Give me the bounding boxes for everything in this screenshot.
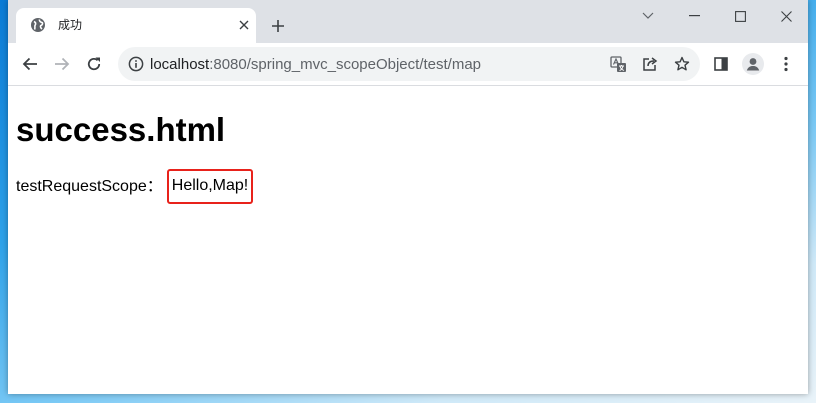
side-panel-icon[interactable] <box>708 51 734 77</box>
tab-strip: 成功 <box>8 0 808 43</box>
browser-window: 成功 localhost:8080/spring_mvc_scopeObject… <box>8 0 808 394</box>
globe-icon <box>30 17 46 33</box>
translate-icon[interactable] <box>608 54 628 74</box>
kebab-menu-icon[interactable] <box>773 51 799 77</box>
request-scope-row: testRequestScope： Hello,Map! <box>16 169 254 205</box>
address-bar[interactable]: localhost:8080/spring_mvc_scopeObject/te… <box>118 47 700 81</box>
plus-icon[interactable] <box>266 14 290 38</box>
tab-search-chevron-icon[interactable] <box>628 4 668 28</box>
url-path: :8080/spring_mvc_scopeObject/test/map <box>209 56 482 73</box>
page-content: success.html testRequestScope： Hello,Map! <box>8 86 808 394</box>
share-icon[interactable] <box>640 54 660 74</box>
star-icon[interactable] <box>672 54 692 74</box>
arrow-left-icon[interactable] <box>17 51 43 77</box>
tab-title: 成功 <box>58 18 83 32</box>
reload-icon[interactable] <box>81 51 107 77</box>
info-icon[interactable] <box>126 54 146 74</box>
page-title: success.html <box>16 111 226 148</box>
avatar-icon[interactable] <box>740 51 766 77</box>
request-scope-label: testRequestScope： <box>16 178 163 195</box>
maximize-icon[interactable] <box>720 4 760 28</box>
request-scope-value: Hello,Map! <box>171 177 249 194</box>
window-close-icon[interactable] <box>766 4 806 28</box>
close-icon[interactable] <box>234 15 254 35</box>
minimize-icon[interactable] <box>674 4 714 28</box>
toolbar: localhost:8080/spring_mvc_scopeObject/te… <box>8 43 808 86</box>
url-text: localhost:8080/spring_mvc_scopeObject/te… <box>150 56 481 73</box>
tab-active[interactable]: 成功 <box>16 8 256 43</box>
highlight-box: Hello,Map! <box>166 169 254 204</box>
url-host: localhost <box>150 56 210 73</box>
arrow-right-icon[interactable] <box>49 51 75 77</box>
